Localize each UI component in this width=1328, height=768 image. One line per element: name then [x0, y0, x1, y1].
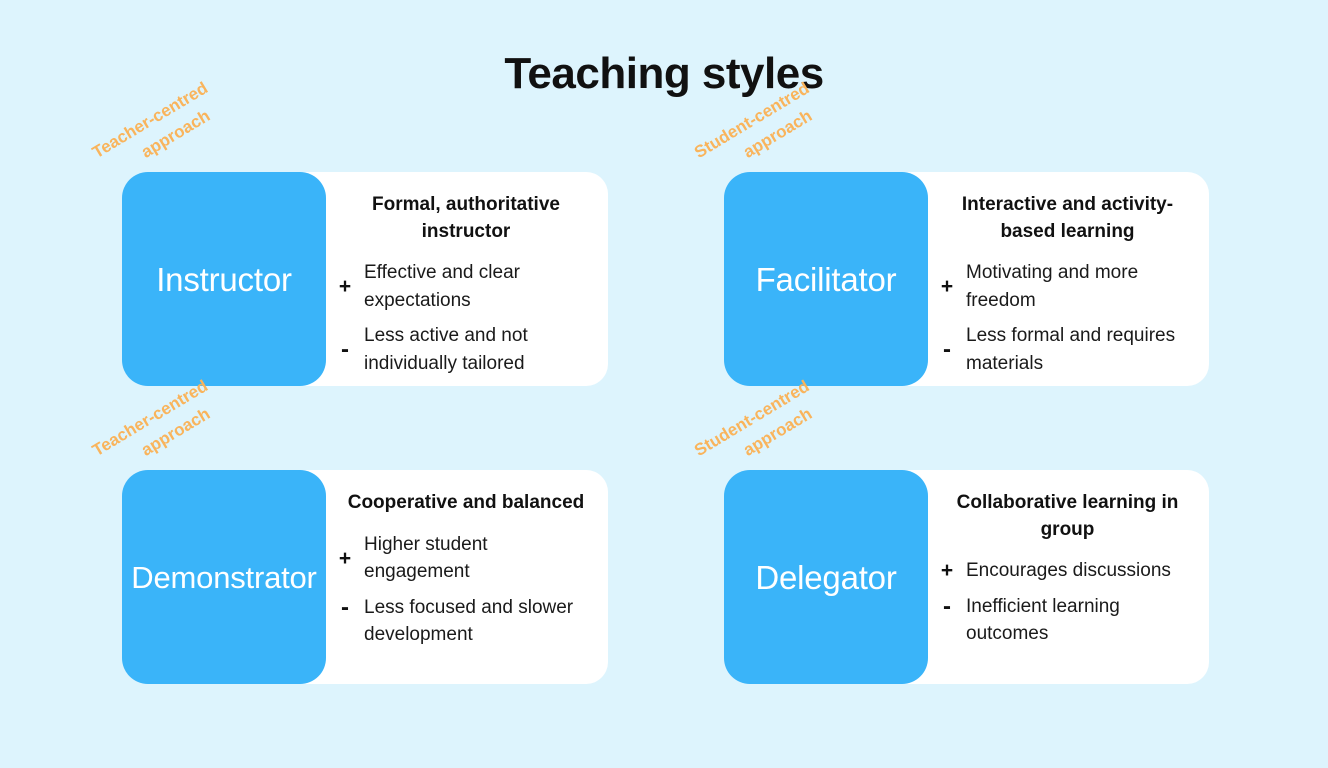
card-point-pro: + Effective and clear expectations [338, 259, 594, 314]
card-tile-label: Instructor [156, 260, 292, 298]
card-points: + Effective and clear expectations - Les… [338, 259, 594, 377]
card-content: Collaborative learning in group + Encour… [940, 470, 1195, 684]
card-point-con-text: Less active and not individually tailore… [364, 325, 528, 374]
card-heading: Interactive and activity-based learning [961, 194, 1174, 242]
card-tile-label: Delegator [755, 558, 897, 596]
card-point-pro-text: Motivating and more freedom [966, 262, 1139, 311]
card-tile-label: Facilitator [755, 260, 897, 298]
card-facilitator: Facilitator Student-centred approach Int… [691, 79, 1209, 386]
minus-icon: - [341, 593, 349, 621]
card-tile-label: Demonstrator [131, 559, 317, 595]
plus-icon: + [338, 275, 352, 299]
card-point-con-text: Less focused and slower development [364, 596, 574, 646]
card-point-con: - Less active and not individually tailo… [338, 322, 594, 377]
card-points: + Encourages discussions - Inefficient l… [940, 557, 1195, 648]
card-heading: Cooperative and balanced [347, 492, 585, 513]
card-tile-facilitator[interactable]: Facilitator [724, 172, 928, 386]
card-tile-instructor[interactable]: Instructor [122, 172, 326, 386]
minus-icon: - [341, 335, 349, 363]
card-point-pro-text: Higher student engagement [364, 533, 488, 583]
card-point-pro: + Encourages discussions [940, 557, 1195, 585]
plus-icon: + [338, 546, 352, 570]
card-heading: Formal, authoritative instructor [372, 194, 560, 242]
infographic-page: Teaching styles Instructor Teacher-centr… [0, 0, 1328, 768]
card-delegator: Delegator Student-centred approach Colla… [691, 377, 1209, 684]
card-point-pro: + Higher student engagement [338, 531, 594, 586]
card-points: + Motivating and more freedom - Less for… [940, 259, 1195, 377]
card-tile-demonstrator[interactable]: Demonstrator [122, 470, 326, 684]
plus-icon: + [940, 559, 954, 583]
card-points: + Higher student engagement - Less focus… [338, 531, 594, 649]
card-heading: Collaborative learning in group [956, 492, 1179, 540]
card-demonstrator: Demonstrator Teacher-centred approach Co… [89, 376, 608, 684]
card-instructor: Instructor Teacher-centred approach Form… [89, 78, 608, 386]
minus-icon: - [943, 592, 951, 620]
card-content: Interactive and activity-based learning … [940, 172, 1195, 386]
plus-icon: + [940, 275, 954, 299]
page-title: Teaching styles [504, 49, 824, 98]
card-point-con: - Less focused and slower development [338, 594, 594, 649]
card-point-con: - Less formal and requires materials [940, 322, 1195, 377]
card-content: Formal, authoritative instructor + Effec… [338, 172, 594, 386]
card-point-con-text: Inefficient learning outcomes [966, 595, 1120, 645]
card-tile-delegator[interactable]: Delegator [724, 470, 928, 684]
card-point-con-text: Less formal and requires materials [966, 325, 1176, 374]
minus-icon: - [943, 335, 951, 363]
card-content: Cooperative and balanced + Higher studen… [338, 470, 594, 684]
card-point-pro: + Motivating and more freedom [940, 259, 1195, 314]
card-point-pro-text: Effective and clear expectations [364, 262, 520, 311]
card-point-pro-text: Encourages discussions [966, 560, 1171, 582]
card-point-con: - Inefficient learning outcomes [940, 593, 1195, 648]
